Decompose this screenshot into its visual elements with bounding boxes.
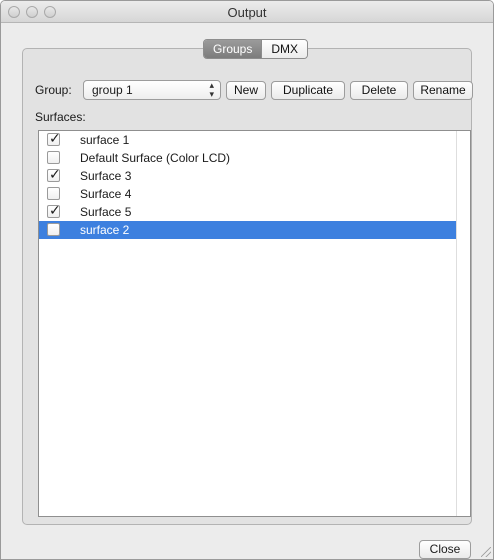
check-icon: ✓ <box>49 130 61 146</box>
surface-checkbox[interactable] <box>47 223 60 236</box>
rename-button[interactable]: Rename <box>413 81 473 100</box>
resize-grip-icon[interactable] <box>481 547 491 557</box>
surface-label: Surface 4 <box>80 187 132 201</box>
surface-label: surface 1 <box>80 133 130 147</box>
select-arrows-icon: ▴ ▾ <box>209 80 214 99</box>
group-select-value: group 1 <box>92 83 133 97</box>
list-item[interactable]: ✓ Surface 3 <box>39 166 457 185</box>
surface-checkbox[interactable] <box>47 187 60 200</box>
window-title: Output <box>227 5 267 20</box>
surfaces-label: Surfaces: <box>35 110 86 124</box>
group-label: Group: <box>35 83 72 97</box>
tab-groups[interactable]: Groups <box>204 40 262 58</box>
surface-checkbox[interactable]: ✓ <box>47 166 61 182</box>
delete-button[interactable]: Delete <box>350 81 408 100</box>
surface-label: Surface 5 <box>80 205 132 219</box>
surface-checkbox[interactable]: ✓ <box>47 202 61 218</box>
title-bar[interactable]: Output <box>1 1 493 23</box>
duplicate-button[interactable]: Duplicate <box>271 81 345 100</box>
tab-dmx[interactable]: DMX <box>261 40 308 58</box>
list-item[interactable]: Default Surface (Color LCD) <box>39 149 457 167</box>
group-select[interactable]: group 1 ▴ ▾ <box>83 80 221 100</box>
list-item[interactable]: Surface 4 <box>39 185 457 203</box>
check-icon: ✓ <box>49 202 61 218</box>
surface-label: Default Surface (Color LCD) <box>80 151 231 165</box>
surface-label: Surface 3 <box>80 169 132 183</box>
surface-checkbox[interactable]: ✓ <box>47 130 61 146</box>
close-button[interactable]: Close <box>419 540 471 559</box>
list-scrollbar[interactable] <box>456 131 470 516</box>
check-icon: ✓ <box>49 166 61 182</box>
list-item[interactable]: ✓ surface 1 <box>39 131 457 149</box>
list-item[interactable]: ✓ Surface 5 <box>39 202 457 221</box>
tab-bar: Groups DMX <box>203 39 309 59</box>
surface-checkbox[interactable] <box>47 151 60 164</box>
output-window: Output Groups DMX Group: group 1 ▴ ▾ New … <box>0 0 494 560</box>
new-button[interactable]: New <box>226 81 266 100</box>
list-item[interactable]: surface 2 <box>39 221 457 239</box>
surface-label: surface 2 <box>80 223 130 237</box>
surfaces-list[interactable]: ✓ surface 1 Default Surface (Color LCD) … <box>38 130 471 517</box>
